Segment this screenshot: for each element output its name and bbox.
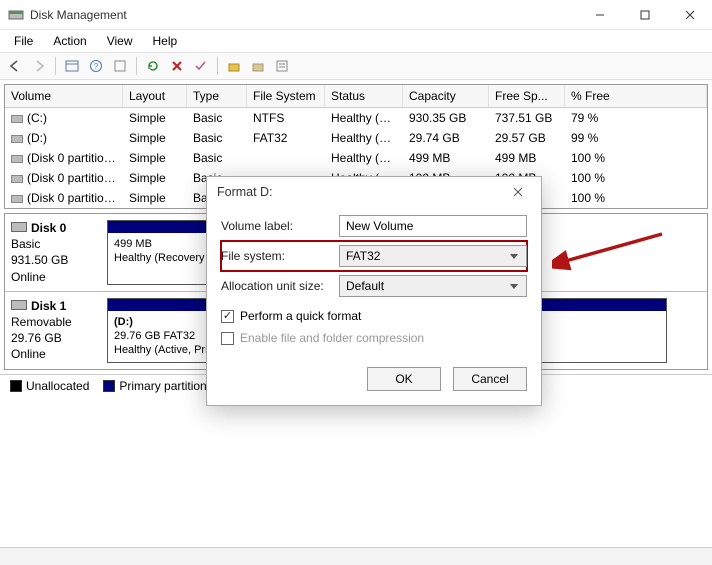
window-title: Disk Management [30, 8, 577, 22]
label-filesystem: File system: [221, 249, 331, 263]
label-allocation-unit: Allocation unit size: [221, 279, 331, 293]
back-button[interactable] [4, 55, 26, 77]
col-status[interactable]: Status [325, 85, 403, 107]
col-pct-free[interactable]: % Free [565, 85, 707, 107]
quick-format-label: Perform a quick format [240, 309, 361, 323]
delete-icon[interactable] [166, 55, 188, 77]
col-layout[interactable]: Layout [123, 85, 187, 107]
settings-icon[interactable] [109, 55, 131, 77]
ok-button[interactable]: OK [367, 367, 441, 391]
toolbar: ? [0, 52, 712, 80]
drive-icon [11, 155, 23, 163]
volume-table-header: Volume Layout Type File System Status Ca… [5, 85, 707, 108]
menu-help[interactable]: Help [145, 32, 186, 50]
refresh-icon[interactable] [142, 55, 164, 77]
drive-icon [11, 195, 23, 203]
toolbar-separator [136, 57, 137, 75]
disk-label: Disk 1Removable29.76 GBOnline [11, 298, 101, 363]
col-volume[interactable]: Volume [5, 85, 123, 107]
quick-format-checkbox[interactable] [221, 310, 234, 323]
action2-icon[interactable] [247, 55, 269, 77]
legend-unallocated: Unallocated [10, 379, 89, 393]
title-bar: Disk Management [0, 0, 712, 30]
action1-icon[interactable] [223, 55, 245, 77]
disk-icon [11, 222, 27, 232]
app-icon [8, 7, 24, 23]
toolbar-separator [217, 57, 218, 75]
maximize-button[interactable] [622, 0, 667, 30]
svg-text:?: ? [94, 62, 99, 71]
close-button[interactable] [667, 0, 712, 30]
dialog-title: Format D: [217, 185, 273, 199]
swatch-black [10, 380, 22, 392]
table-row[interactable]: (C:)SimpleBasicNTFSHealthy (B...930.35 G… [5, 108, 707, 128]
disk-icon [11, 300, 27, 310]
col-type[interactable]: Type [187, 85, 247, 107]
swatch-blue [103, 380, 115, 392]
compression-checkbox [221, 332, 234, 345]
menu-action[interactable]: Action [45, 32, 94, 50]
compression-row: Enable file and folder compression [221, 331, 527, 345]
drive-icon [11, 115, 23, 123]
col-free[interactable]: Free Sp... [489, 85, 565, 107]
cancel-button[interactable]: Cancel [453, 367, 527, 391]
quick-format-row[interactable]: Perform a quick format [221, 309, 527, 323]
format-dialog: Format D: Volume label: File system: FAT… [206, 176, 542, 406]
drive-icon [11, 135, 23, 143]
allocation-unit-select[interactable]: Default [339, 275, 527, 297]
table-row[interactable]: (Disk 0 partition 1)SimpleBasicHealthy (… [5, 148, 707, 168]
dialog-close-button[interactable] [505, 181, 531, 203]
minimize-button[interactable] [577, 0, 622, 30]
menu-bar: File Action View Help [0, 30, 712, 52]
file-system-select[interactable]: FAT32 [339, 245, 527, 267]
row-file-system: File system: FAT32 [221, 241, 527, 271]
help-icon[interactable]: ? [85, 55, 107, 77]
label-volume: Volume label: [221, 219, 331, 233]
toolbar-separator [55, 57, 56, 75]
row-allocation-unit: Allocation unit size: Default [221, 271, 527, 301]
col-capacity[interactable]: Capacity [403, 85, 489, 107]
row-volume-label: Volume label: [221, 211, 527, 241]
disk-label: Disk 0Basic931.50 GBOnline [11, 220, 101, 285]
menu-file[interactable]: File [6, 32, 41, 50]
col-filesystem[interactable]: File System [247, 85, 325, 107]
forward-button[interactable] [28, 55, 50, 77]
volume-label-input[interactable] [339, 215, 527, 237]
compression-label: Enable file and folder compression [240, 331, 424, 345]
table-row[interactable]: (D:)SimpleBasicFAT32Healthy (A...29.74 G… [5, 128, 707, 148]
menu-view[interactable]: View [99, 32, 141, 50]
legend-primary: Primary partition [103, 379, 206, 393]
drive-icon [11, 175, 23, 183]
dialog-titlebar: Format D: [207, 177, 541, 207]
status-bar [0, 547, 712, 565]
properties-icon[interactable] [271, 55, 293, 77]
check-icon[interactable] [190, 55, 212, 77]
view-list-icon[interactable] [61, 55, 83, 77]
